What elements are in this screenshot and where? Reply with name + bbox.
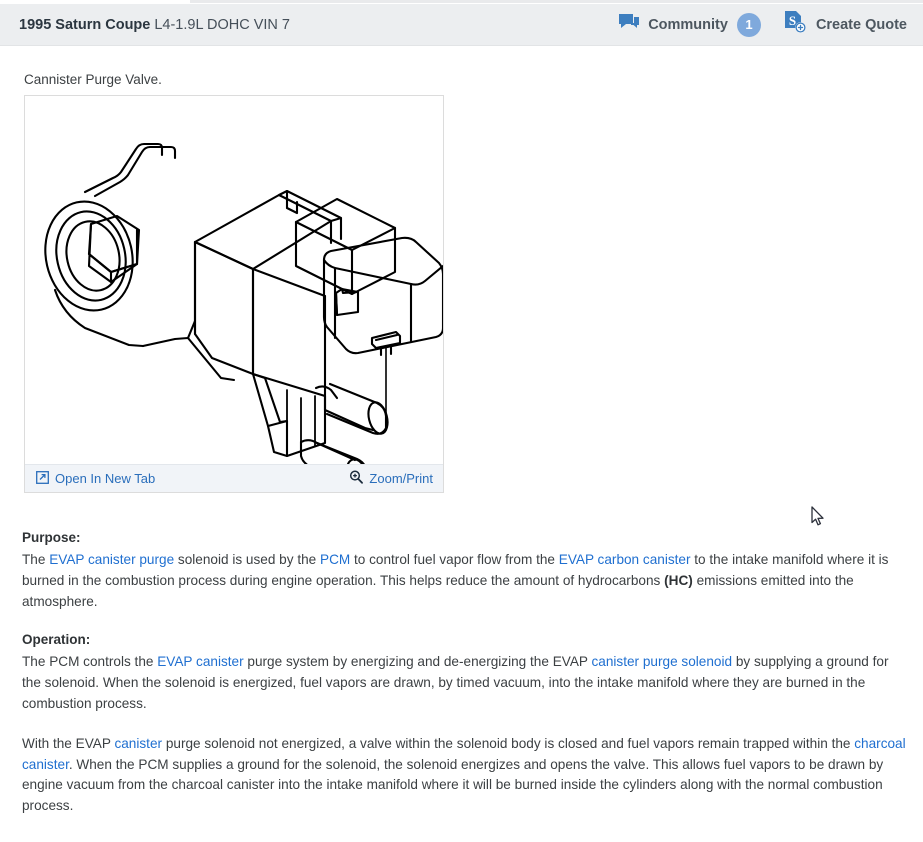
- vehicle-engine: L4-1.9L DOHC VIN 7: [154, 16, 290, 33]
- closing-paragraph: With the EVAP canister purge solenoid no…: [22, 735, 906, 814]
- article-body: Purpose: The EVAP canister purge solenoi…: [22, 528, 906, 817]
- vehicle-title: 1995 Saturn Coupe L4-1.9L DOHC VIN 7: [19, 17, 290, 33]
- purpose-heading: Purpose:: [22, 530, 81, 545]
- open-in-new-tab-label: Open In New Tab: [55, 471, 156, 486]
- canister-purge-valve-diagram[interactable]: [25, 96, 443, 466]
- zoom-print-label: Zoom/Print: [369, 471, 433, 486]
- community-button[interactable]: Community 1: [618, 12, 761, 37]
- inline-link[interactable]: EVAP canister purge: [49, 552, 174, 567]
- chat-bubbles-icon: [618, 13, 640, 37]
- figure-toolbar: Open In New Tab Zoom/Print: [25, 464, 443, 492]
- inline-link[interactable]: EVAP carbon canister: [559, 552, 691, 567]
- operation-paragraph: The PCM controls the EVAP canister purge…: [22, 654, 889, 711]
- purpose-paragraph: The EVAP canister purge solenoid is used…: [22, 552, 889, 609]
- create-quote-button[interactable]: S Create Quote: [783, 10, 907, 40]
- figure-frame: Open In New Tab Zoom/Print: [24, 95, 444, 493]
- inline-emphasis: (HC): [664, 572, 693, 588]
- figure-block: Cannister Purge Valve. Open In New Tab Z…: [24, 72, 446, 493]
- zoom-print-button[interactable]: Zoom/Print: [349, 470, 433, 487]
- figure-caption: Cannister Purge Valve.: [24, 72, 162, 87]
- inline-link[interactable]: canister: [114, 736, 162, 751]
- vehicle-header-bar: 1995 Saturn Coupe L4-1.9L DOHC VIN 7 Comm…: [0, 4, 923, 46]
- open-in-new-tab-button[interactable]: Open In New Tab: [36, 470, 156, 487]
- inline-link[interactable]: canister purge solenoid: [591, 654, 732, 669]
- create-quote-label: Create Quote: [815, 16, 907, 33]
- community-count-badge: 1: [736, 12, 761, 37]
- inline-link[interactable]: PCM: [320, 552, 350, 567]
- vehicle-year-make: 1995 Saturn Coupe: [19, 16, 151, 33]
- magnifier-plus-icon: [349, 470, 364, 487]
- community-label: Community: [648, 16, 728, 33]
- inline-link[interactable]: EVAP canister: [157, 654, 243, 669]
- operation-heading: Operation:: [22, 632, 91, 648]
- header-actions: Community 1 S Create Quote: [618, 10, 907, 40]
- svg-text:S: S: [789, 13, 796, 28]
- mouse-pointer-icon: [811, 506, 824, 526]
- page-top-strip-inner: [190, 0, 923, 3]
- open-in-new-tab-icon: [36, 470, 49, 487]
- dollar-document-plus-icon: S: [783, 10, 808, 40]
